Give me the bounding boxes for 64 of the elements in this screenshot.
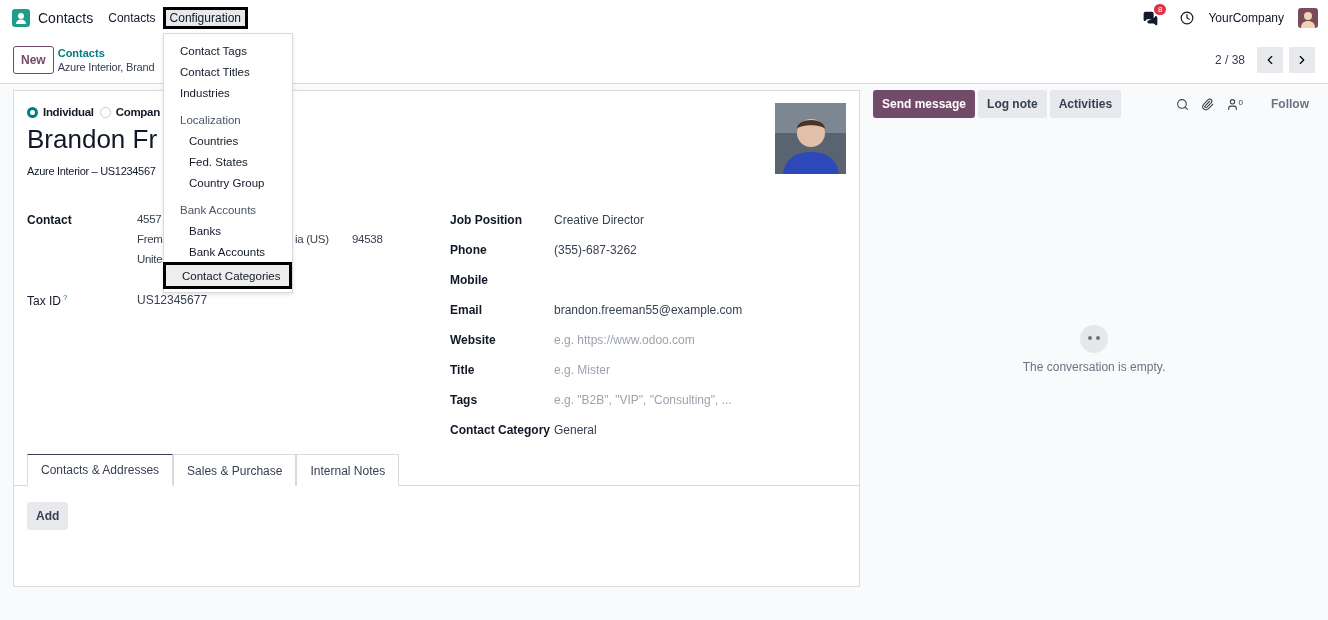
message-badge: 8 <box>1153 3 1167 15</box>
menu-item[interactable]: Bank Accounts <box>164 241 292 262</box>
chat-icon[interactable] <box>1143 10 1159 26</box>
followers-count: 0 <box>1238 97 1243 107</box>
empty-message: The conversation is empty. <box>1022 360 1166 374</box>
new-button[interactable]: New <box>13 45 54 74</box>
menu-section-label: Localization <box>179 112 242 128</box>
breadcrumb-link[interactable]: Contacts <box>57 45 155 60</box>
chatter-button[interactable]: Log note <box>978 90 1047 118</box>
notebook-tab[interactable]: Sales & Purchase <box>173 454 297 486</box>
field-value[interactable]: brandon.freeman55@example.com <box>554 303 743 317</box>
field-value[interactable]: (355)-687-3262 <box>554 243 637 257</box>
field-label: Mobile <box>450 273 489 287</box>
chatter-button[interactable]: Activities <box>1049 90 1122 118</box>
company-name[interactable]: YourCompany <box>1208 11 1284 25</box>
menu-item[interactable]: Country Group <box>164 172 292 193</box>
follow-button[interactable]: Follow <box>1265 96 1315 112</box>
field-value: US12345677 <box>137 293 208 308</box>
menu-item[interactable]: Banks <box>164 220 292 241</box>
app-name: Contacts <box>38 10 94 26</box>
field-label: Contact <box>27 213 72 229</box>
company-subtitle: Azure Interior – US1234567 <box>27 165 157 177</box>
empty-face-icon <box>1079 324 1109 354</box>
notebook-tab[interactable]: Contacts & Addresses <box>27 454 174 486</box>
field-label: Job Position <box>450 213 523 227</box>
field-label: Tags <box>450 393 479 407</box>
field-value[interactable]: General <box>554 423 597 437</box>
notebook-tab[interactable]: Internal Notes <box>296 454 400 486</box>
address-part: 94538 <box>352 233 383 245</box>
field-label: Email <box>450 303 483 317</box>
menu-item[interactable]: Industries <box>164 82 292 103</box>
add-button[interactable]: Add <box>27 502 69 530</box>
record-title: Azure Interior, Brand <box>57 59 155 74</box>
field-label: Contact Category <box>450 423 551 437</box>
menu-item[interactable]: Contact Categories <box>163 262 292 289</box>
address-part: Frem <box>137 233 163 245</box>
search-icon[interactable] <box>1175 97 1189 111</box>
address-line: Unite <box>137 253 163 265</box>
field-label: Website <box>450 333 497 347</box>
chatter-button[interactable]: Send message <box>873 90 976 118</box>
clock-icon[interactable] <box>1180 11 1195 25</box>
menu-item[interactable]: Contact Tags <box>164 40 292 61</box>
address-line: 4557 <box>137 213 162 225</box>
address-part: ia (US) <box>295 233 329 245</box>
field-label: Title <box>450 363 476 377</box>
radio-option[interactable]: Compan <box>99 106 160 118</box>
field-label: Tax ID $^{?}$ <box>27 293 68 308</box>
pager-counter[interactable]: 2 / 38 <box>1214 52 1245 67</box>
user-avatar[interactable] <box>1298 8 1318 28</box>
field-label: Phone <box>450 243 488 257</box>
menu-item[interactable]: Countries <box>164 130 292 151</box>
help-tooltip[interactable]: ? <box>63 293 68 302</box>
radio-option[interactable]: Individual <box>27 106 94 118</box>
menu-item[interactable]: Fed. States <box>164 151 292 172</box>
paperclip-icon[interactable] <box>1200 97 1214 111</box>
menu-item[interactable]: Contact Titles <box>164 61 292 82</box>
nav-menu[interactable]: Contacts <box>101 7 163 29</box>
menu-section-label: Bank Accounts <box>179 202 258 218</box>
contact-name: Brandon Fr <box>27 124 159 155</box>
nav-menu[interactable]: Configuration <box>162 7 248 29</box>
user-icon[interactable] <box>1225 97 1239 111</box>
app-logo-icon[interactable] <box>12 9 30 27</box>
field-value[interactable]: Creative Director <box>554 213 645 227</box>
radio-button[interactable] <box>27 106 38 118</box>
